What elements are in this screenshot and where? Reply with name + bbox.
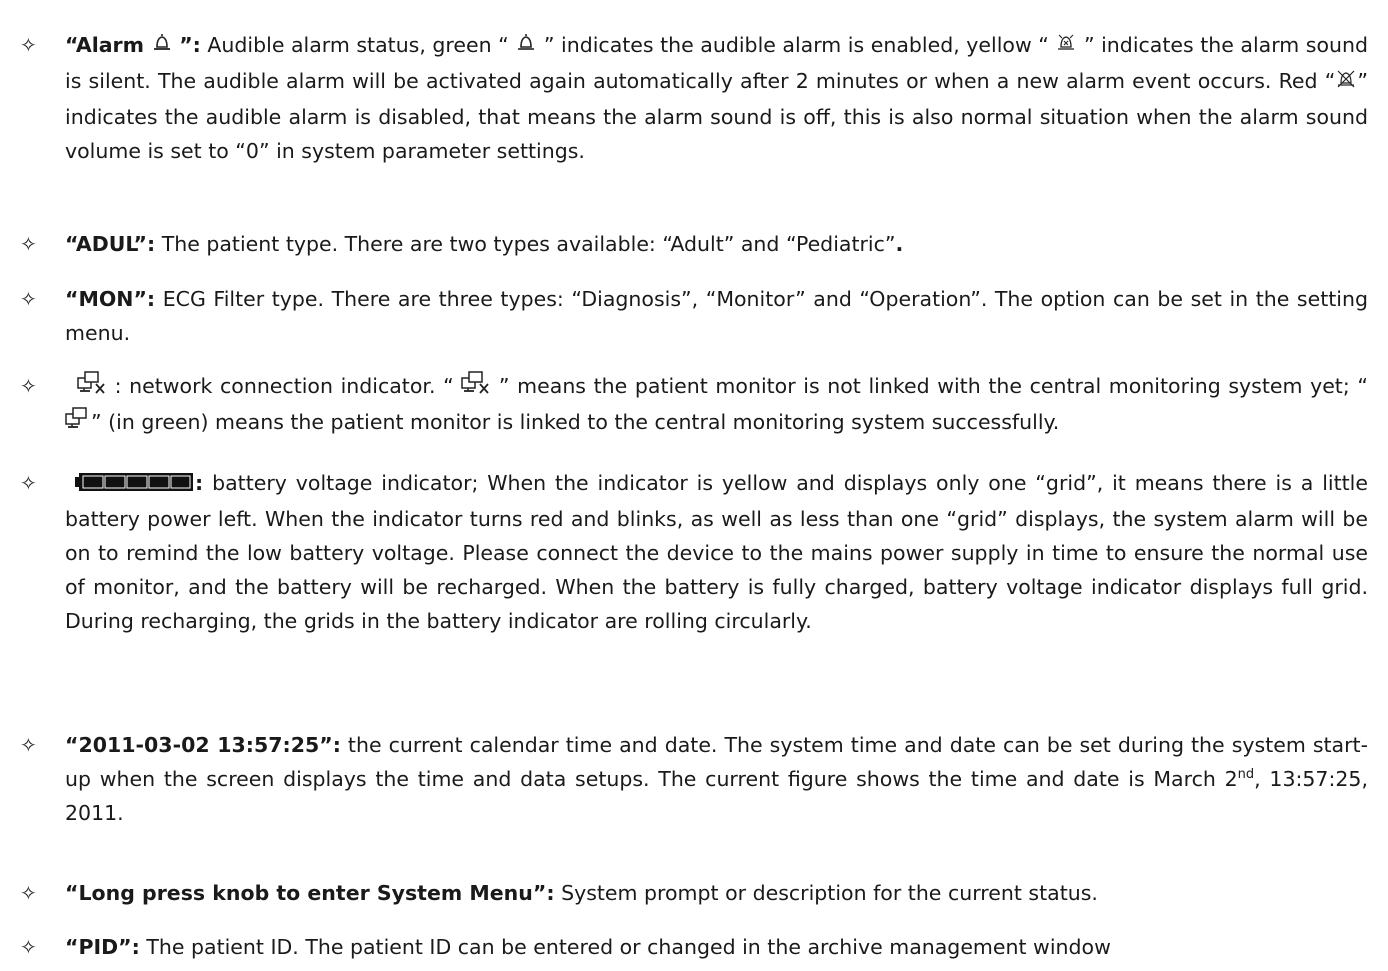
bell-icon (515, 30, 537, 64)
term-label: . (895, 232, 904, 256)
term-label: “ADUL”: (65, 232, 156, 256)
term-label: “MON”: (65, 287, 156, 311)
term-label: ”: (179, 33, 201, 57)
term-label: “Alarm (65, 33, 152, 57)
item-text: “2011-03-02 13:57:25”: the current calen… (65, 728, 1368, 830)
term-label: : (195, 471, 204, 495)
term-label: “2011-03-02 13:57:25”: (65, 733, 341, 757)
description-text: : network connection indicator. “ (107, 374, 462, 398)
bullet-icon: ✧ (20, 287, 37, 311)
item-text: “PID”: The patient ID. The patient ID ca… (65, 930, 1368, 964)
item-text: “ADUL”: The patient type. There are two … (65, 227, 1368, 261)
battery-full-icon (75, 468, 195, 502)
network-disconnected-icon (77, 371, 107, 405)
network-connected-icon (65, 407, 91, 441)
item-text: “MON”: ECG Filter type. There are three … (65, 282, 1368, 350)
description-text: ” (in green) means the patient monitor i… (91, 410, 1060, 434)
description-text: battery voltage indicator; When the indi… (65, 471, 1368, 633)
description-text: ” indicates the audible alarm is enabled… (537, 33, 1056, 57)
bullet-icon: ✧ (20, 232, 37, 256)
item-text: “Alarm ”: Audible alarm status, green “ … (65, 28, 1368, 168)
bullet-icon: ✧ (20, 935, 37, 959)
bullet-icon: ✧ (20, 881, 37, 905)
bullet-icon: ✧ (20, 733, 37, 757)
bullet-icon: ✧ (20, 374, 37, 398)
item-text: : network connection indicator. “ ” mean… (65, 369, 1368, 441)
term-label: “Long press knob to enter System Menu”: (65, 881, 555, 905)
superscript: nd (1237, 767, 1255, 783)
item-text: : battery voltage indicator; When the in… (65, 466, 1368, 638)
description-text: ” means the patient monitor is not linke… (491, 374, 1368, 398)
item-text: “Long press knob to enter System Menu”: … (65, 876, 1368, 910)
bullet-icon: ✧ (20, 471, 37, 495)
term-label: “PID”: (65, 935, 140, 959)
bell-off-icon (1335, 66, 1357, 100)
bullet-icon: ✧ (20, 33, 37, 57)
description-text: The patient type. There are two types av… (155, 232, 896, 256)
description-text: The patient ID. The patient ID can be en… (139, 935, 1111, 959)
bell-muted-icon (1055, 30, 1077, 64)
description-text: System prompt or description for the cur… (554, 881, 1098, 905)
description-text: Audible alarm status, green “ (200, 33, 516, 57)
network-disconnected-icon (461, 371, 491, 405)
description-text: ECG Filter type. There are three types: … (65, 287, 1368, 345)
bell-icon (151, 30, 173, 64)
